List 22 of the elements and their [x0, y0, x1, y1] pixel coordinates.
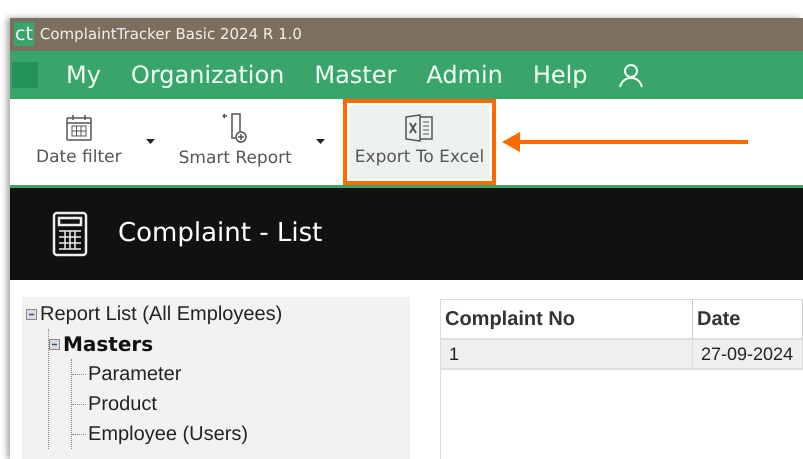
- column-header[interactable]: Date: [693, 300, 803, 338]
- page-title: Complaint - List: [118, 217, 322, 250]
- collapse-icon[interactable]: [26, 308, 37, 320]
- calendar-icon: [64, 112, 94, 143]
- tree-item[interactable]: Parameter: [88, 359, 182, 389]
- tree-item[interactable]: Masters: [63, 329, 154, 359]
- column-header[interactable]: Complaint No: [441, 300, 693, 338]
- tree-item[interactable]: Product: [88, 389, 157, 419]
- app-logo: ct: [14, 22, 34, 46]
- collapse-icon[interactable]: [49, 338, 60, 350]
- tree-item[interactable]: Employee (Users): [88, 419, 248, 449]
- toolbar-button[interactable]: Export To Excel: [348, 104, 490, 179]
- dropdown-caret-icon[interactable]: [146, 139, 155, 144]
- toolbar-button[interactable]: Smart Report: [172, 104, 298, 179]
- calculator-icon: [52, 210, 88, 257]
- table-cell: 1: [441, 340, 693, 368]
- toolbar-button[interactable]: Date filter: [30, 104, 128, 179]
- dropdown-caret-icon[interactable]: [316, 139, 325, 144]
- tree-item[interactable]: Report List (All Employees): [40, 299, 282, 329]
- table-cell: 27-09-2024: [693, 340, 803, 368]
- window-title: ComplaintTracker Basic 2024 R 1.0: [40, 24, 302, 46]
- user-icon[interactable]: [618, 62, 644, 88]
